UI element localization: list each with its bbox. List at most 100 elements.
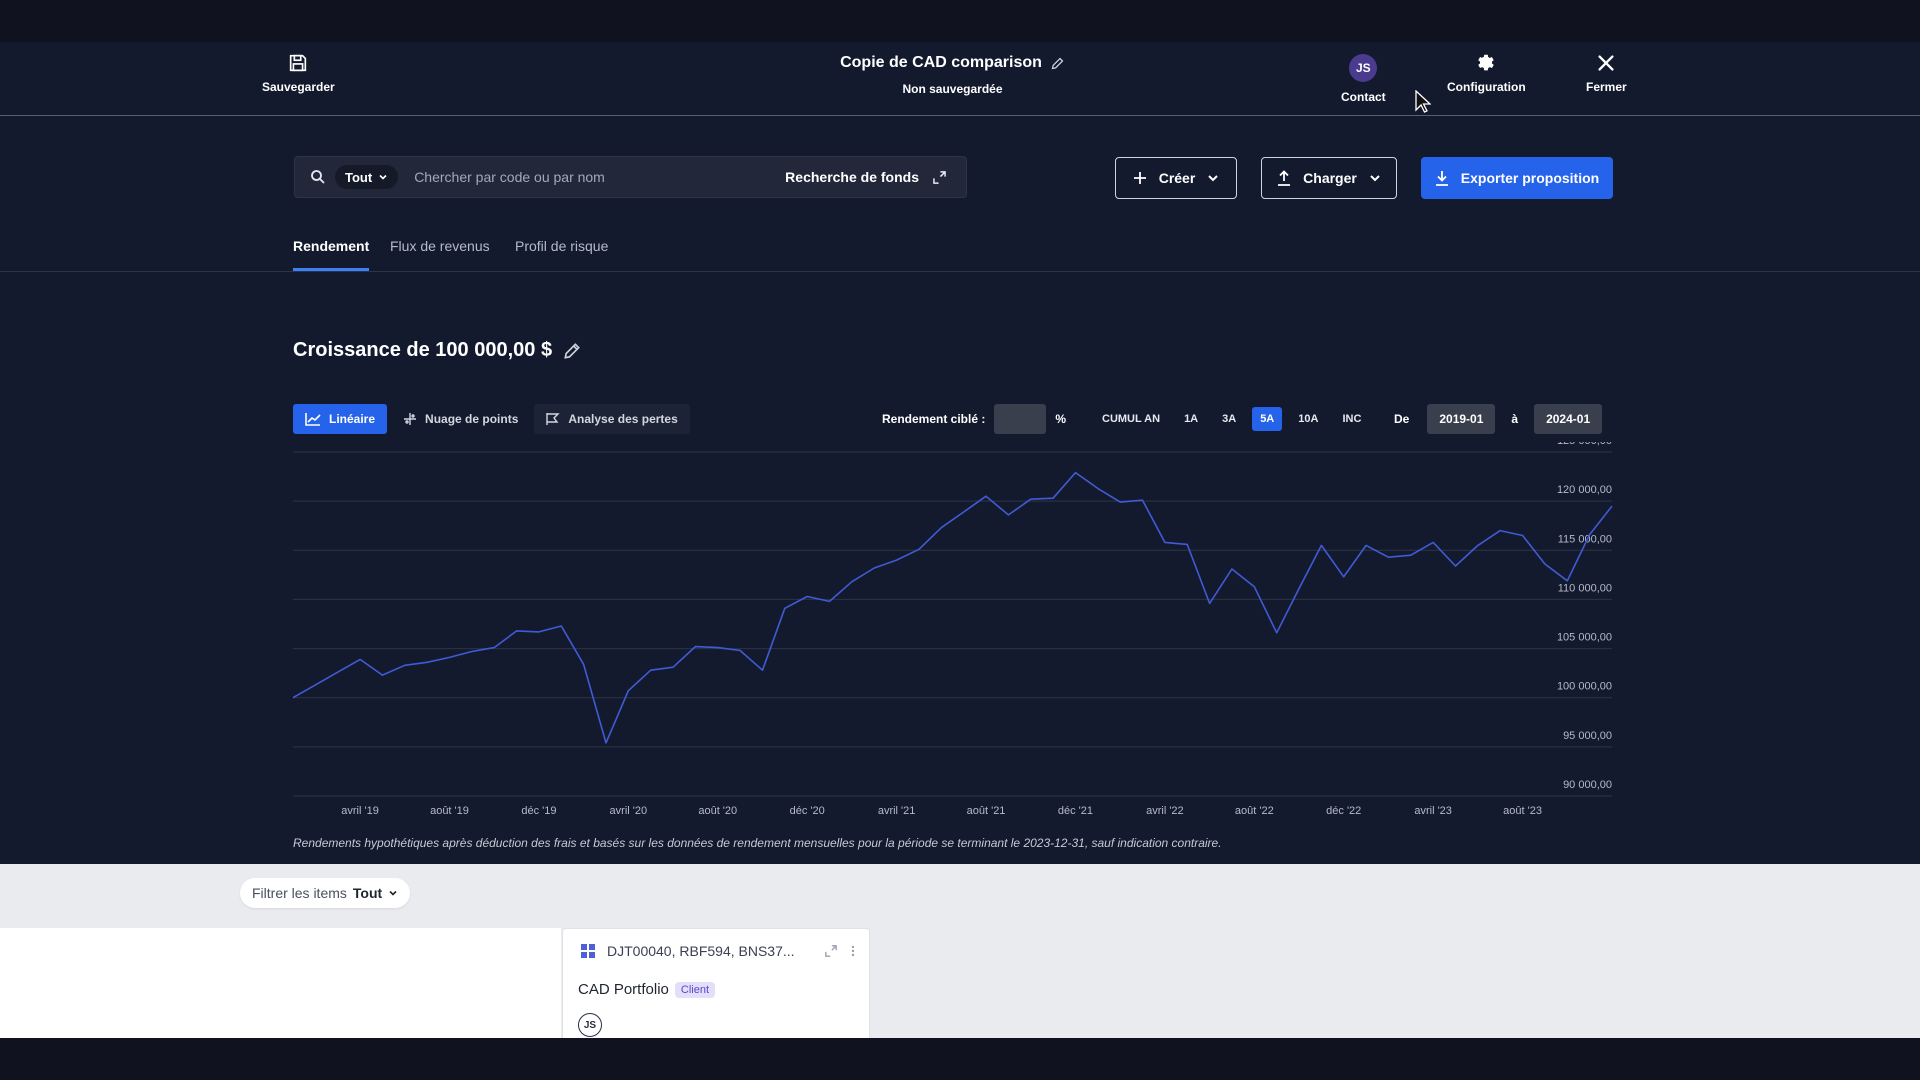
period-selector: CUMUL AN 1A 3A 5A 10A INC xyxy=(1094,404,1369,434)
mode-nuage-de-points-button[interactable]: Nuage de points xyxy=(391,404,530,434)
contact-button[interactable]: JS Contact xyxy=(1341,54,1386,104)
tab-bar: Rendement Flux de revenus Profil de risq… xyxy=(0,228,1920,272)
mouse-cursor-icon xyxy=(1415,90,1431,113)
growth-line-chart: 90 000,00 95 000,00 100 000,00 105 000,00 11… xyxy=(292,442,1613,817)
save-icon xyxy=(290,54,307,72)
export-proposal-label: Exporter proposition xyxy=(1460,170,1600,186)
target-return-label: Rendement ciblé : xyxy=(882,412,986,426)
from-date-input[interactable]: 2019-01 xyxy=(1427,404,1496,434)
close-button[interactable]: Fermer xyxy=(1586,52,1627,94)
tab-rendement[interactable]: Rendement xyxy=(293,238,370,271)
save-label: Sauvegarder xyxy=(262,80,335,94)
portfolio-codes: DJT00040, RBF594, BNS37... xyxy=(607,943,795,959)
mode-analyse-des-pertes-label: Analyse des pertes xyxy=(568,412,678,426)
mode-analyse-des-pertes-button[interactable]: Analyse des pertes xyxy=(534,404,690,434)
client-badge: Client xyxy=(674,981,715,998)
expand-icon[interactable] xyxy=(825,945,837,957)
portfolio-card[interactable]: DJT00040, RBF594, BNS37... CAD Portfolio… xyxy=(562,928,870,1038)
x-tick-label: avril '21 xyxy=(878,805,916,817)
plus-icon xyxy=(1133,172,1146,184)
growth-heading: Croissance de 100 000,00 $ xyxy=(293,339,582,362)
document-title-block: Copie de CAD comparison Non sauvegardée xyxy=(760,54,1145,96)
search-icon xyxy=(311,170,325,184)
fund-search-link[interactable]: Recherche de fonds xyxy=(785,169,946,185)
owner-avatar: JS xyxy=(578,1013,602,1037)
chart-mode-group: Linéaire Nuage de points Analyse des per… xyxy=(293,404,690,434)
x-tick-label: avril '19 xyxy=(341,805,379,817)
window-bottom-band xyxy=(0,1038,1920,1080)
y-tick-label: 95 000,00 xyxy=(1563,730,1612,742)
app-header: Sauvegarder Copie de CAD comparison Non … xyxy=(0,42,1920,116)
app-window: Sauvegarder Copie de CAD comparison Non … xyxy=(0,42,1920,1038)
y-tick-label: 110 000,00 xyxy=(1558,582,1612,594)
period-cumul-an[interactable]: CUMUL AN xyxy=(1094,407,1168,431)
edit-growth-icon[interactable] xyxy=(562,341,582,361)
edit-title-icon[interactable] xyxy=(1050,56,1065,71)
document-title: Copie de CAD comparison xyxy=(840,54,1042,71)
series-line xyxy=(292,471,1613,744)
chevron-down-icon xyxy=(1208,175,1219,182)
download-icon xyxy=(1435,171,1448,186)
create-button[interactable]: Créer xyxy=(1115,157,1237,199)
x-tick-label: déc '19 xyxy=(521,805,556,817)
y-tick-label: 90 000,00 xyxy=(1563,779,1612,791)
x-tick-label: déc '20 xyxy=(790,805,825,817)
save-button[interactable]: Sauvegarder xyxy=(262,52,335,94)
configuration-label: Configuration xyxy=(1447,80,1526,94)
contact-label: Contact xyxy=(1341,90,1386,104)
chevron-down-icon xyxy=(379,174,387,180)
y-tick-label: 125 000,00 xyxy=(1557,442,1612,447)
x-tick-label: août '22 xyxy=(1235,805,1274,817)
x-tick-label: déc '21 xyxy=(1058,805,1093,817)
growth-title: Croissance de 100 000,00 $ xyxy=(293,339,553,361)
drawdown-icon xyxy=(546,413,561,425)
load-label: Charger xyxy=(1303,170,1357,186)
mode-lineaire-button[interactable]: Linéaire xyxy=(293,404,388,434)
window-top-band xyxy=(0,0,1920,42)
period-10a[interactable]: 10A xyxy=(1290,407,1326,431)
period-5a[interactable]: 5A xyxy=(1252,407,1283,431)
x-tick-label: déc '22 xyxy=(1326,805,1361,817)
date-range: De 2019-01 à 2024-01 xyxy=(1394,404,1603,434)
chevron-down-icon xyxy=(1370,175,1380,182)
x-tick-label: août '23 xyxy=(1503,805,1542,817)
line-chart-icon xyxy=(305,413,321,426)
scatter-icon xyxy=(404,413,417,425)
close-label: Fermer xyxy=(1586,80,1627,94)
from-label: De xyxy=(1394,412,1410,426)
y-tick-label: 120 000,00 xyxy=(1557,484,1612,496)
tab-profil-de-risque[interactable]: Profil de risque xyxy=(515,238,608,268)
tab-flux-de-revenus[interactable]: Flux de revenus xyxy=(390,238,490,268)
filter-label: Filtrer les items xyxy=(252,885,347,901)
contact-avatar: JS xyxy=(1349,54,1378,82)
empty-card-area xyxy=(0,928,561,1038)
save-status: Non sauvegardée xyxy=(902,82,1003,96)
search-bar: Tout Recherche de fonds xyxy=(294,156,967,198)
grid-icon xyxy=(581,944,595,958)
portfolio-name: CAD Portfolio xyxy=(578,981,669,998)
x-tick-label: avril '23 xyxy=(1414,805,1452,817)
load-button[interactable]: Charger xyxy=(1261,157,1397,199)
target-return-input[interactable] xyxy=(994,404,1047,434)
search-input[interactable] xyxy=(414,169,775,185)
to-date-input[interactable]: 2024-01 xyxy=(1534,404,1603,434)
configuration-button[interactable]: Configuration xyxy=(1447,52,1526,94)
period-3a[interactable]: 3A xyxy=(1214,407,1244,431)
to-label: à xyxy=(1511,412,1519,426)
disclaimer-text: Rendements hypothétiques après déduction… xyxy=(293,836,1222,850)
y-tick-label: 100 000,00 xyxy=(1557,681,1612,693)
export-proposal-button[interactable]: Exporter proposition xyxy=(1421,157,1613,199)
upload-icon xyxy=(1278,170,1291,186)
search-scope-select[interactable]: Tout xyxy=(335,165,399,189)
gear-icon xyxy=(1478,54,1495,71)
more-options-icon[interactable] xyxy=(851,945,855,957)
search-scope-value: Tout xyxy=(345,169,373,185)
period-1a[interactable]: 1A xyxy=(1176,407,1206,431)
y-tick-label: 105 000,00 xyxy=(1557,632,1612,644)
target-return-control: Rendement ciblé : % xyxy=(882,404,1066,434)
x-tick-label: avril '20 xyxy=(610,805,648,817)
fund-search-label: Recherche de fonds xyxy=(785,169,919,185)
period-inc[interactable]: INC xyxy=(1334,407,1369,431)
filter-items-select[interactable]: Filtrer les items Tout xyxy=(240,878,411,908)
chevron-down-icon xyxy=(389,890,397,896)
